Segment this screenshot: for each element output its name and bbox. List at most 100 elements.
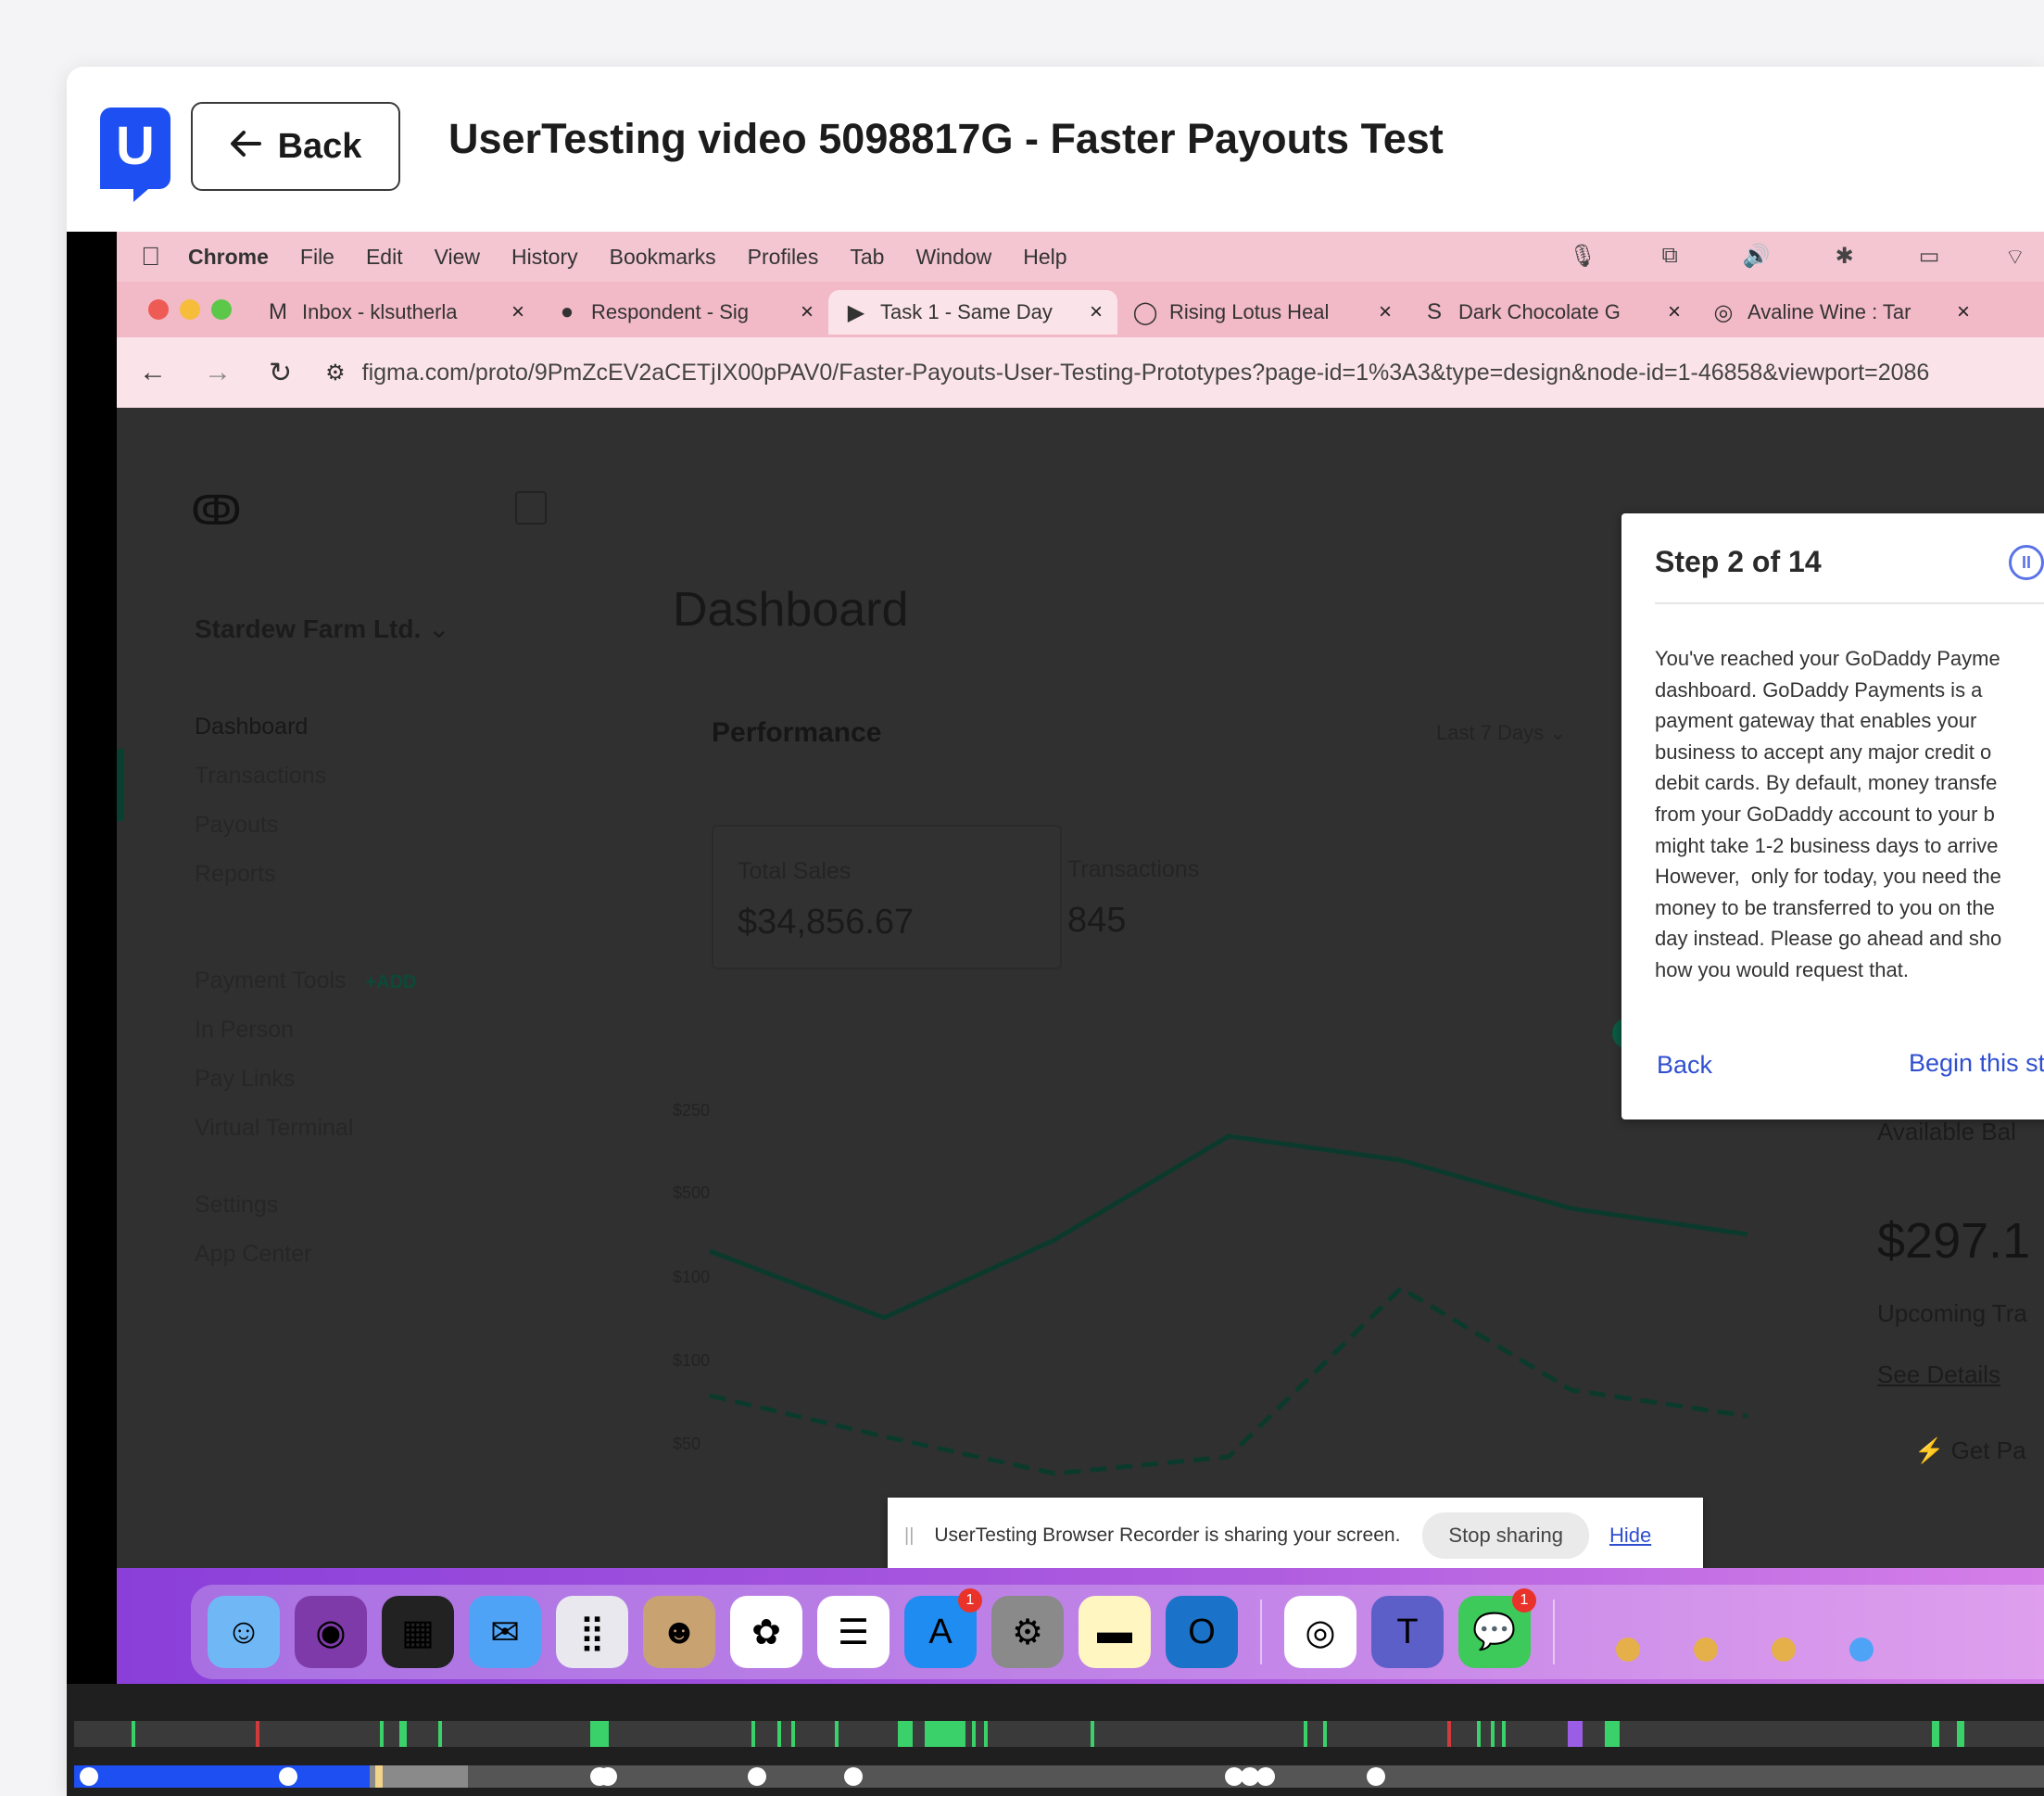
menu-item-window[interactable]: Window: [915, 245, 991, 270]
menu-item-file[interactable]: File: [300, 245, 334, 270]
close-tab-icon[interactable]: ×: [1957, 299, 1970, 325]
minimized-window-icon[interactable]: [1694, 1638, 1718, 1662]
playback-scrubber[interactable]: [74, 1765, 2044, 1788]
event-marker[interactable]: [972, 1721, 977, 1747]
app-store-icon[interactable]: A1: [904, 1588, 982, 1668]
hide-link[interactable]: Hide: [1609, 1524, 1651, 1548]
system-settings-icon[interactable]: ⚙: [991, 1596, 1064, 1668]
sidebar-item-transactions[interactable]: Transactions: [195, 763, 416, 812]
event-marker[interactable]: [776, 1721, 781, 1747]
contacts-icon[interactable]: ☻: [643, 1596, 715, 1668]
minimize-window-icon[interactable]: [180, 299, 200, 320]
browser-tab[interactable]: S Dark Chocolate G ×: [1407, 290, 1696, 335]
zoom-window-icon[interactable]: [211, 299, 232, 320]
close-tab-icon[interactable]: ×: [801, 299, 814, 325]
note-marker[interactable]: [844, 1767, 864, 1786]
note-marker[interactable]: [748, 1767, 767, 1786]
event-marker[interactable]: [1303, 1721, 1307, 1747]
event-marker[interactable]: [1604, 1721, 1620, 1747]
teams-icon[interactable]: T: [1371, 1596, 1444, 1668]
menu-item-history[interactable]: History: [511, 245, 578, 270]
menu-item-profiles[interactable]: Profiles: [748, 245, 819, 270]
event-marker[interactable]: [398, 1721, 407, 1747]
outlook-icon[interactable]: O: [1166, 1596, 1238, 1668]
back-button[interactable]: Back: [191, 102, 400, 191]
messages-icon[interactable]: 💬 1: [1458, 1588, 1536, 1668]
event-marker[interactable]: [1476, 1721, 1481, 1747]
event-marker[interactable]: [984, 1721, 989, 1747]
sidebar-item-payouts[interactable]: Payouts: [195, 812, 416, 861]
url-field[interactable]: ⚙ figma.com/proto/9PmZcEV2aCETjIX00pPAV0…: [325, 360, 1929, 386]
note-marker[interactable]: [1366, 1767, 1385, 1786]
minimized-window-icon[interactable]: [1772, 1638, 1796, 1662]
note-marker[interactable]: [598, 1767, 617, 1786]
event-marker[interactable]: [790, 1721, 795, 1747]
event-marker[interactable]: [438, 1721, 443, 1747]
back-nav-icon[interactable]: ←: [139, 357, 167, 389]
browser-tab[interactable]: ◎ Avaline Wine : Tar ×: [1696, 290, 1985, 335]
event-marker[interactable]: [379, 1721, 384, 1747]
event-marker[interactable]: [590, 1721, 609, 1747]
menu-item-view[interactable]: View: [435, 245, 480, 270]
event-marker[interactable]: [255, 1721, 259, 1747]
mission-control-icon[interactable]: ▦: [382, 1596, 454, 1668]
finder-icon[interactable]: ☺: [208, 1596, 280, 1668]
site-settings-icon[interactable]: ⚙: [325, 360, 346, 386]
notes-icon[interactable]: ▬: [1079, 1596, 1151, 1668]
event-marker[interactable]: [1567, 1721, 1583, 1747]
siri-icon[interactable]: ◉: [295, 1596, 367, 1668]
event-marker[interactable]: [1931, 1721, 1939, 1747]
sidebar-item-app-center[interactable]: App Center: [195, 1241, 416, 1290]
event-marker[interactable]: [1322, 1721, 1327, 1747]
menu-item-tab[interactable]: Tab: [850, 245, 884, 270]
note-marker[interactable]: [1255, 1767, 1275, 1786]
pause-icon[interactable]: II: [2009, 545, 2044, 580]
reminders-icon[interactable]: ☰: [817, 1596, 890, 1668]
date-range-select[interactable]: Last 7 Days ⌄: [1436, 721, 1567, 745]
event-marker[interactable]: [131, 1721, 135, 1747]
close-tab-icon[interactable]: ×: [511, 299, 524, 325]
photos-icon[interactable]: ✿: [730, 1596, 802, 1668]
event-track[interactable]: [74, 1721, 2044, 1747]
stop-sharing-button[interactable]: Stop sharing: [1422, 1512, 1589, 1559]
sidebar-item-pay-links[interactable]: Pay Links: [195, 1066, 416, 1115]
event-marker[interactable]: [1957, 1721, 1965, 1747]
get-paid-button[interactable]: ⚡ Get Pa: [1914, 1436, 2026, 1465]
close-tab-icon[interactable]: ×: [1379, 299, 1392, 325]
sidebar-item-reports[interactable]: Reports: [195, 861, 416, 910]
video-player[interactable]:  Chrome File Edit View History Bookmarks Prof…: [67, 232, 2044, 1684]
mail-icon[interactable]: ✉: [469, 1596, 541, 1668]
browser-tab[interactable]: M Inbox - klsutherla ×: [250, 290, 539, 335]
collapse-sidebar-icon[interactable]: [515, 491, 547, 525]
see-details-link[interactable]: See Details: [1877, 1360, 2000, 1389]
event-marker[interactable]: [834, 1721, 839, 1747]
reload-icon[interactable]: ↻: [269, 357, 292, 389]
sidebar-item-in-person[interactable]: In Person: [195, 1017, 416, 1066]
video-timeline[interactable]: [67, 1684, 2044, 1796]
event-marker[interactable]: [751, 1721, 756, 1747]
sidebar-item-settings[interactable]: Settings: [195, 1192, 416, 1241]
launchpad-icon[interactable]: ⣿: [556, 1596, 628, 1668]
event-marker[interactable]: [1446, 1721, 1451, 1747]
menu-item-edit[interactable]: Edit: [366, 245, 403, 270]
chrome-icon[interactable]: ◎: [1284, 1596, 1356, 1668]
event-marker[interactable]: [1502, 1721, 1507, 1747]
menu-item-help[interactable]: Help: [1023, 245, 1066, 270]
close-tab-icon[interactable]: ×: [1668, 299, 1681, 325]
browser-tab[interactable]: ◯ Rising Lotus Heal ×: [1117, 290, 1407, 335]
event-marker[interactable]: [897, 1721, 913, 1747]
event-marker[interactable]: [1490, 1721, 1495, 1747]
minimized-window-icon[interactable]: [1616, 1638, 1640, 1662]
menu-item-bookmarks[interactable]: Bookmarks: [610, 245, 716, 270]
begin-step-button[interactable]: Begin this st: [1909, 1049, 2044, 1078]
modal-back-button[interactable]: Back: [1657, 1051, 1712, 1080]
close-tab-icon[interactable]: ×: [1090, 299, 1103, 325]
playhead[interactable]: [374, 1765, 383, 1788]
browser-tab[interactable]: ● Respondent - Sig ×: [539, 290, 828, 335]
drag-handle-icon[interactable]: ||: [904, 1525, 914, 1547]
sidebar-item-virtual-terminal[interactable]: Virtual Terminal: [195, 1115, 416, 1164]
sidebar-item-payment-tools[interactable]: Payment Tools +ADD: [195, 968, 416, 1017]
forward-nav-icon[interactable]: →: [204, 357, 232, 389]
usertesting-logo[interactable]: U: [100, 108, 170, 202]
sidebar-item-dashboard[interactable]: Dashboard: [195, 714, 416, 763]
